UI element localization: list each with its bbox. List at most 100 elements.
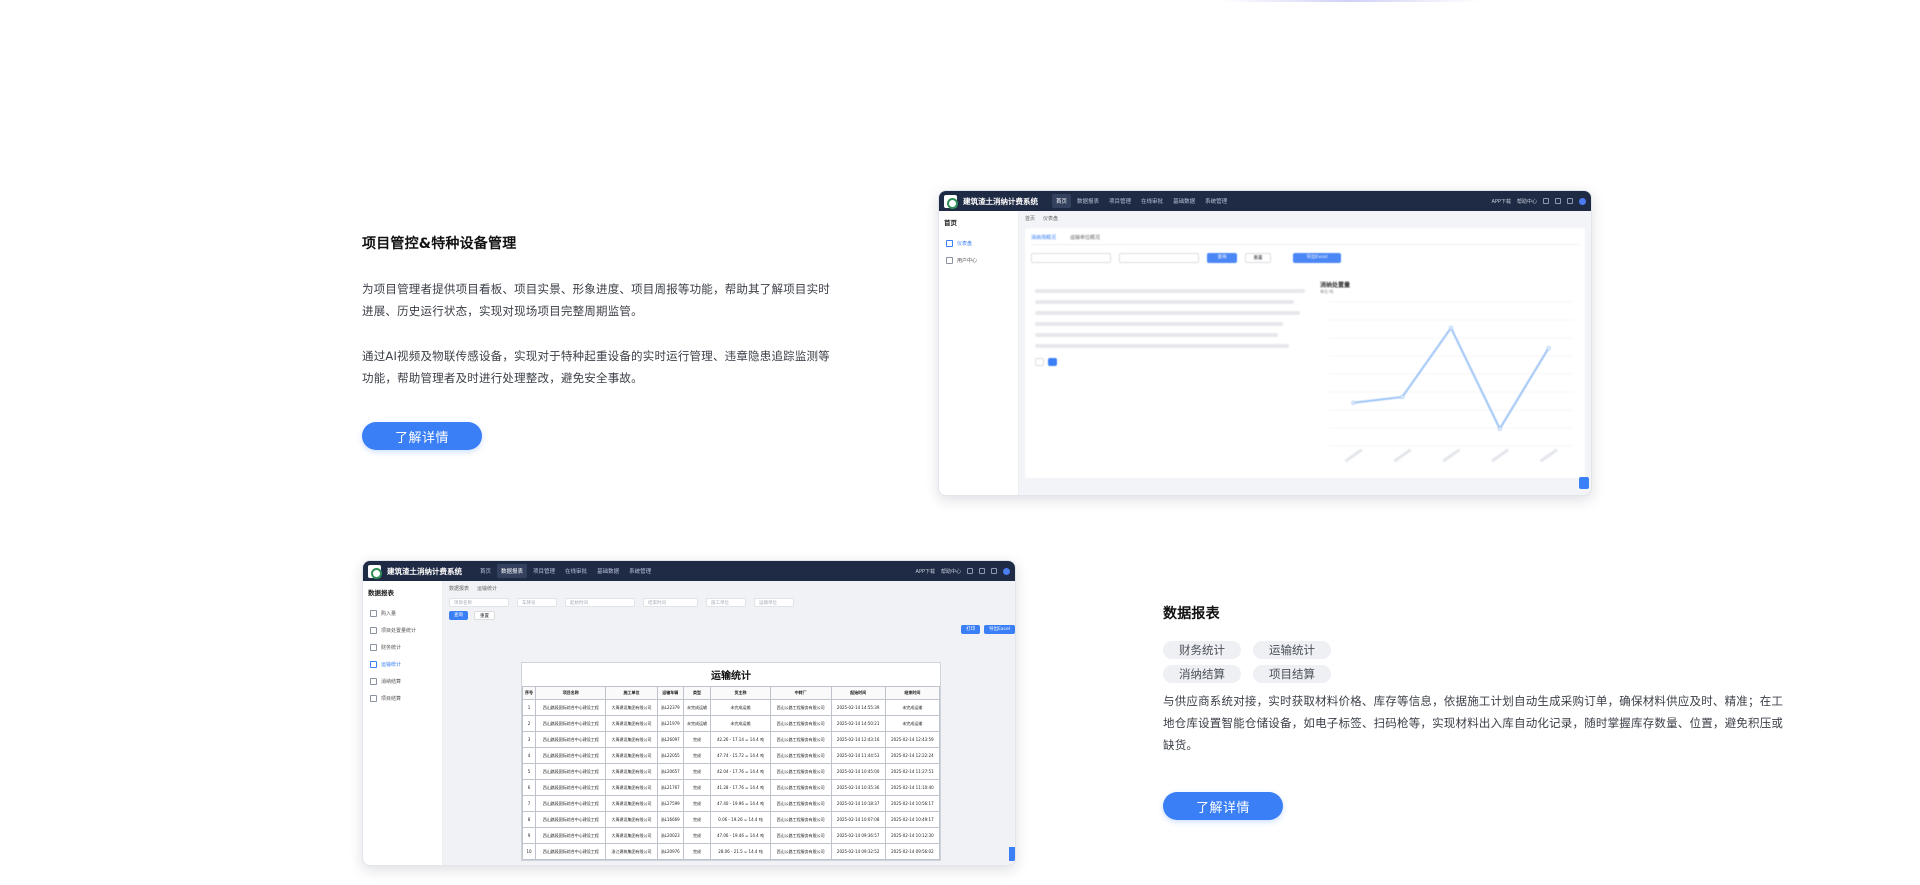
app-download-link[interactable]: APP下载 [1492, 198, 1511, 205]
sidebar-item-project-disposal[interactable]: 项目处置量统计 [368, 622, 437, 639]
reset-button[interactable]: 重置 [1245, 253, 1271, 263]
table-header-cell: 施工单位 [605, 686, 658, 700]
nav-projects[interactable]: 项目管理 [529, 564, 559, 578]
pager-prev[interactable] [1035, 358, 1044, 366]
table-cell: 浙L20976 [656, 843, 684, 860]
message-icon[interactable] [991, 568, 997, 574]
export-excel-button[interactable]: 导出Excel [984, 625, 1015, 634]
nav-approval[interactable]: 在线审批 [1137, 194, 1167, 208]
tab-disposal-overview[interactable]: 消纳场概况 [1031, 234, 1056, 241]
filter-bar: 项目名称 车牌号 起始时间 结束时间 施工单位 运输单位 [449, 598, 1009, 607]
nav-system[interactable]: 系统管理 [1201, 194, 1231, 208]
learn-more-button-report[interactable]: 了解详情 [1163, 792, 1283, 820]
table-cell: 西山公路工程服务有限公司 [769, 747, 832, 764]
table-cell: 2025-02-14 10:35:36 [830, 779, 886, 796]
float-side-tab[interactable] [1009, 847, 1015, 861]
nav-home[interactable]: 首页 [1052, 194, 1072, 208]
end-time-filter[interactable]: 结束时间 [643, 598, 698, 607]
print-button[interactable]: 打印 [961, 625, 981, 634]
nav-basic-data[interactable]: 基础数据 [593, 564, 623, 578]
sidebar-item-project-settlement[interactable]: 项目结算 [368, 690, 437, 707]
feature-title-project-control: 项目管控&特种设备管理 [362, 236, 517, 252]
sidebar-item-consumption[interactable]: 消纳结算 [368, 673, 437, 690]
table-row: 2 西山路段国际综合中心建设工程 大禹建设集团有限公司 浙L21979 未完成运输 未完成… [521, 715, 941, 732]
fullscreen-icon[interactable] [1555, 198, 1561, 204]
sidebar-item-dashboard[interactable]: 仪表盘 [944, 235, 1013, 252]
table-cell: 2025-02-14 12:22:24 [884, 747, 941, 764]
date-select[interactable] [1119, 253, 1199, 263]
table-cell: 浙L21979 [656, 715, 684, 732]
table-cell: 完成 [682, 843, 712, 860]
table-cell: 西山路段国际综合中心建设工程 [535, 795, 607, 812]
sidebar-title: 数据报表 [368, 589, 394, 597]
transport-table: 序号 项目名称 施工单位 运输车辆 类型 货主称 中转厂 起始时间 结束时间 1 西山路段国际综合… [521, 686, 941, 860]
breadcrumb: 数据报表 运输统计 [449, 585, 1009, 592]
table-header-cell: 货主称 [710, 686, 771, 700]
tag-project-settlement: 项目结算 [1253, 665, 1331, 683]
start-time-filter[interactable]: 起始时间 [565, 598, 635, 607]
nav-system[interactable]: 系统管理 [625, 564, 655, 578]
search-icon[interactable] [967, 568, 973, 574]
table-cell: 西山路段国际综合中心建设工程 [535, 811, 607, 828]
breadcrumb-home[interactable]: 首页 [1025, 215, 1035, 222]
table-cell: 浙江建筑集团有限公司 [605, 843, 658, 860]
nav-home[interactable]: 首页 [476, 564, 495, 578]
sidebar-item-user-center[interactable]: 用户中心 [944, 252, 1013, 269]
chart-x-tick-label [1442, 448, 1461, 463]
query-button[interactable]: 查询 [1207, 253, 1237, 263]
sidebar-item-purchase[interactable]: 购入量 [368, 605, 437, 622]
avatar[interactable] [1579, 197, 1586, 205]
nav-reports[interactable]: 数据报表 [497, 564, 528, 578]
fullscreen-icon[interactable] [979, 568, 985, 574]
sidebar-item-transport[interactable]: 运输统计 [368, 656, 437, 673]
table-cell: 未完成运输 [710, 715, 771, 732]
report-tags: 财务统计 运输统计 消纳结算 项目结算 [1163, 641, 1383, 683]
learn-more-button-project[interactable]: 了解详情 [362, 422, 482, 450]
table-row: 4 西山路段国际综合中心建设工程 大禹建设集团有限公司 浙L22055 完成 47.74 … [521, 747, 941, 764]
breadcrumb-dashboard[interactable]: 仪表盘 [1043, 215, 1058, 222]
tag-transport: 运输统计 [1253, 641, 1331, 659]
table-cell: 7 [521, 795, 537, 812]
table-cell: 西山公路工程服务有限公司 [769, 763, 832, 780]
table-cell: 浙L20023 [656, 827, 684, 844]
query-button[interactable]: 查询 [449, 611, 468, 620]
table-row: 6 西山路段国际综合中心建设工程 大禹建设集团有限公司 浙L21767 完成 41.28 … [521, 779, 941, 796]
nav-approval[interactable]: 在线审批 [561, 564, 591, 578]
plate-filter[interactable]: 车牌号 [517, 598, 557, 607]
table-cell: 浙L22379 [656, 699, 684, 716]
help-center-link[interactable]: 帮助中心 [941, 568, 961, 575]
breadcrumb-transport[interactable]: 运输统计 [477, 585, 497, 592]
ranking-list [1035, 282, 1305, 366]
table-cell: 未完成运输 [682, 715, 712, 732]
nav-basic-data[interactable]: 基础数据 [1169, 194, 1199, 208]
avatar[interactable] [1003, 567, 1010, 575]
nav-projects[interactable]: 项目管理 [1105, 194, 1135, 208]
app-download-link[interactable]: APP下载 [916, 568, 935, 575]
sidebar-item-finance[interactable]: 财务统计 [368, 639, 437, 656]
tab-transport-overview[interactable]: 运输单位概况 [1070, 234, 1100, 241]
construction-unit-filter[interactable]: 施工单位 [706, 598, 746, 607]
table-row: 10 西山路段国际综合中心建设工程 浙江建筑集团有限公司 浙L20976 完成 28.06… [521, 843, 941, 860]
float-help-button[interactable] [1579, 477, 1589, 489]
nav-reports[interactable]: 数据报表 [1073, 194, 1103, 208]
table-cell: 41.28 - 17.76 = 14.4 吨 [710, 779, 771, 796]
table-cell: 2025-02-14 10:12:30 [884, 827, 941, 844]
help-center-link[interactable]: 帮助中心 [1517, 198, 1537, 205]
app-header: 建筑渣土消纳计费系统 首页 数据报表 项目管理 在线审批 基础数据 系统管理 A… [363, 561, 1015, 581]
export-button[interactable]: 导出Excel [1293, 253, 1341, 263]
breadcrumb-reports[interactable]: 数据报表 [449, 585, 469, 592]
project-select[interactable] [1031, 253, 1111, 263]
transport-unit-filter[interactable]: 运输单位 [754, 598, 794, 607]
reset-button[interactable]: 重置 [474, 611, 495, 620]
chart-point [1497, 426, 1502, 431]
pager-page-1[interactable] [1048, 358, 1057, 366]
app-title: 建筑渣土消纳计费系统 [963, 196, 1038, 206]
table-cell: 2025-02-14 09:36:57 [830, 827, 886, 844]
project-name-filter[interactable]: 项目名称 [449, 598, 509, 607]
table-cell: 西山路段国际综合中心建设工程 [535, 747, 607, 764]
table-cell: 大禹建设集团有限公司 [605, 779, 658, 796]
table-cell: 西山路段国际综合中心建设工程 [535, 715, 607, 732]
search-icon[interactable] [1543, 198, 1549, 204]
message-icon[interactable] [1567, 198, 1573, 204]
table-cell: 西山路段国际综合中心建设工程 [535, 843, 607, 860]
